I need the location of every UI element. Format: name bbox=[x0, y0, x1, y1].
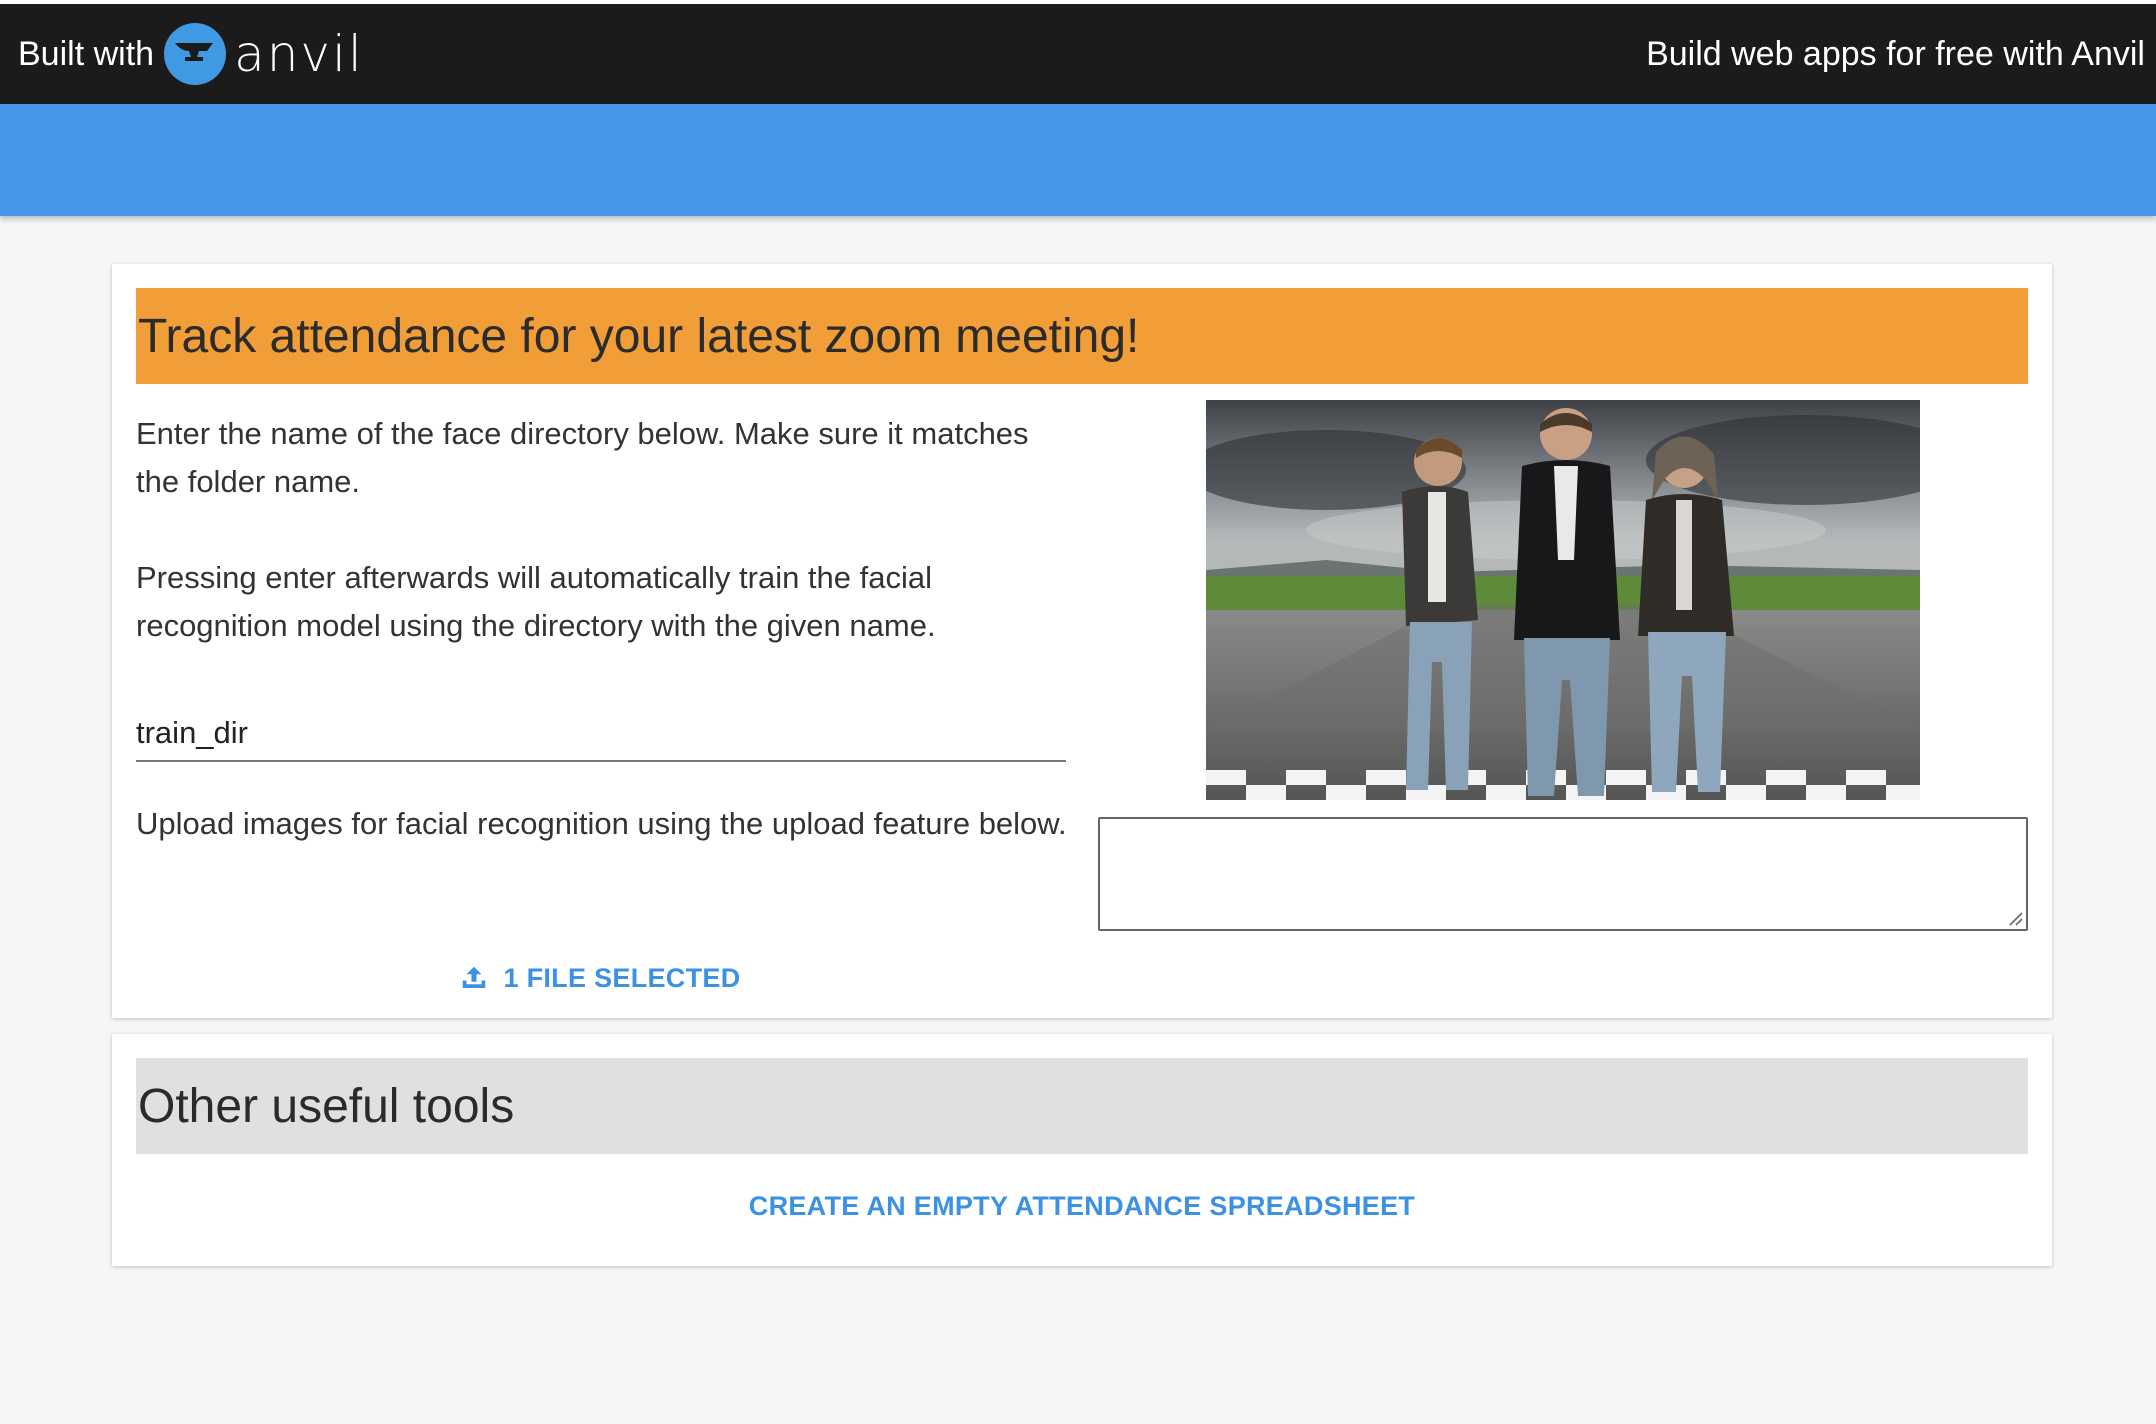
tools-heading-bar: Other useful tools bbox=[136, 1058, 2028, 1154]
tools-heading: Other useful tools bbox=[138, 1079, 515, 1133]
tools-card: Other useful tools CREATE AN EMPTY ATTEN… bbox=[112, 1034, 2052, 1266]
training-instruction: Pressing enter afterwards will automatic… bbox=[136, 560, 936, 643]
output-textarea[interactable] bbox=[1098, 817, 2028, 931]
upload-icon bbox=[463, 966, 486, 988]
built-with-anvil[interactable]: Built with anvil bbox=[18, 23, 364, 85]
upload-button-label: 1 FILE SELECTED bbox=[503, 962, 741, 993]
create-spreadsheet-button[interactable]: CREATE AN EMPTY ATTENDANCE SPREADSHEET bbox=[112, 1180, 2052, 1232]
app-header-bar bbox=[0, 104, 2156, 216]
anvil-logo-icon bbox=[164, 23, 227, 85]
directory-name-input[interactable] bbox=[136, 706, 1066, 760]
attendance-heading: Track attendance for your latest zoom me… bbox=[138, 309, 1140, 363]
anvil-wordmark: anvil bbox=[234, 25, 364, 83]
directory-instruction: Enter the name of the face directory bel… bbox=[136, 416, 1029, 499]
built-with-label: Built with bbox=[18, 34, 155, 73]
anvil-banner: Built with anvil Build web apps for free… bbox=[0, 0, 2156, 104]
attendance-heading-bar: Track attendance for your latest zoom me… bbox=[136, 288, 2028, 384]
output-textarea-wrapper bbox=[1098, 817, 2028, 931]
attendance-card: Track attendance for your latest zoom me… bbox=[112, 264, 2052, 1018]
build-web-apps-link[interactable]: Build web apps for free with Anvil bbox=[1646, 35, 2145, 74]
resize-handle-icon[interactable] bbox=[2006, 909, 2024, 927]
directory-input-wrapper bbox=[136, 706, 1066, 762]
three-men-on-runway-image bbox=[1206, 400, 1920, 800]
upload-instruction: Upload images for facial recognition usi… bbox=[136, 806, 1067, 841]
file-upload-button[interactable]: 1 FILE SELECTED bbox=[136, 952, 1068, 1004]
